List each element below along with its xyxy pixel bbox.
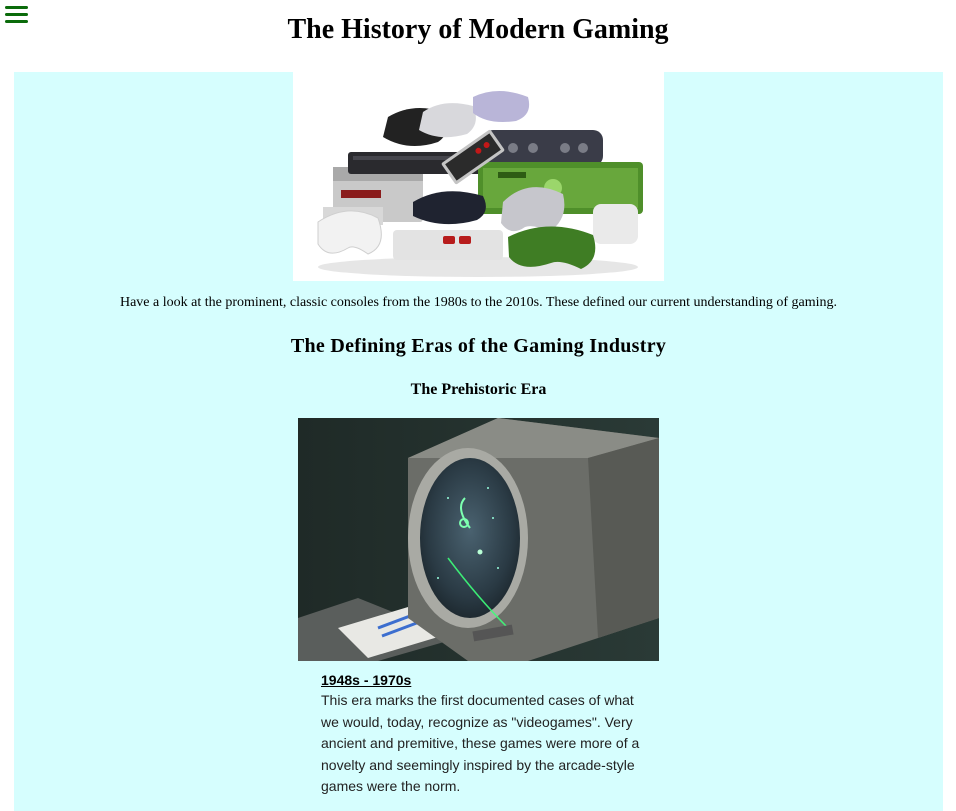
spacewar-image xyxy=(298,418,659,661)
era-heading: The Prehistoric Era xyxy=(410,381,547,398)
content-panel: Have a look at the prominent, classic co… xyxy=(14,72,943,811)
page-title: The History of Modern Gaming xyxy=(287,14,669,45)
oscilloscope-illustration xyxy=(298,418,659,661)
menu-bar xyxy=(5,6,28,9)
consoles-illustration xyxy=(317,91,643,277)
consoles-image xyxy=(293,72,664,281)
era-dates: 1948s - 1970s xyxy=(321,672,412,688)
hero-caption: Have a look at the prominent, classic co… xyxy=(119,295,838,310)
section-heading: The Defining Eras of the Gaming Industry xyxy=(290,335,667,357)
era-description: This era marks the first documented case… xyxy=(321,692,640,794)
